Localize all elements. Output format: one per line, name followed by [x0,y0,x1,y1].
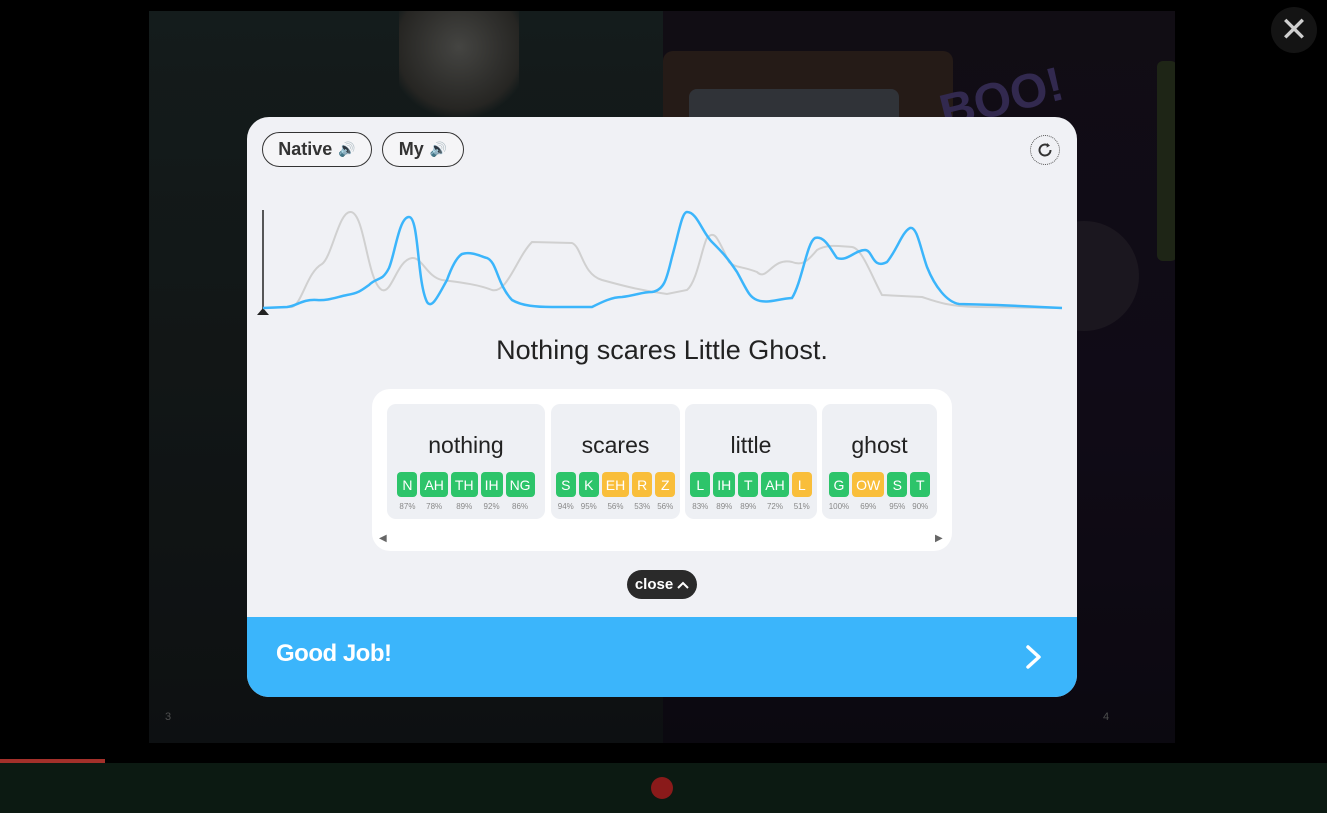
native-audio-label: Native [278,139,333,159]
phoneme-score: 53% [634,502,651,511]
phoneme-score: 89% [740,502,757,511]
phoneme-score: 78% [426,502,443,511]
phoneme-badge: AH [761,472,789,497]
word-scores-panel: nothing N 87% AH 78% TH 89% IH 92% NG 86% sca… [372,389,952,551]
phoneme-badge: S [887,472,908,497]
phoneme-badge: TH [450,472,478,497]
phoneme-score: 83% [692,502,709,511]
phoneme-badge: T [738,472,759,497]
phoneme-score: 94% [557,502,574,511]
result-message: Good Job! [276,640,392,667]
phoneme-badge: N [397,472,418,497]
phoneme-badge: AH [420,472,448,497]
phoneme-badge: S [555,472,576,497]
phoneme-score: 100% [828,502,850,511]
speaker-icon: 🔊 [429,141,448,157]
phoneme-badge: OW [852,472,885,497]
phoneme-badge: R [632,472,653,497]
word-label: scares [581,432,650,458]
phoneme-list: S 94% K 95% EH 56% R 53% Z 56% [551,472,680,511]
chevron-up-icon [677,581,689,589]
target-sentence: Nothing scares Little Ghost. [496,335,828,365]
word-card-scares: scares S 94% K 95% EH 56% R 53% Z 56% [551,404,680,519]
phoneme-score: 56% [657,502,674,511]
phoneme-badge: EH [601,472,630,497]
word-card-little: little L 83% IH 89% T 89% AH 72% L 51% [685,404,817,519]
chevron-right-icon[interactable] [1019,637,1049,677]
record-dot[interactable] [651,777,673,799]
phoneme-score: 89% [456,502,473,511]
speaker-icon: 🔊 [338,141,356,157]
phoneme-score: 56% [607,502,624,511]
phoneme-badge: L [690,472,711,497]
phoneme-score: 69% [860,502,877,511]
word-card-nothing: nothing N 87% AH 78% TH 89% IH 92% NG 86% [387,404,545,519]
scroll-left-icon[interactable]: ◀ [379,533,387,544]
phoneme-score: 87% [399,502,416,511]
phoneme-score: 95% [889,502,906,511]
waveform-comparison [257,210,1063,315]
word-card-ghost: ghost G 100% OW 69% S 95% T 90% [822,404,937,519]
refresh-icon[interactable] [1030,135,1060,165]
phoneme-badge: T [910,472,931,497]
phoneme-badge: IH [480,472,503,497]
phoneme-score: 72% [766,502,783,511]
phoneme-badge: IH [713,472,736,497]
close-details-button[interactable]: close [627,570,697,599]
scroll-right-icon[interactable]: ▶ [935,533,943,544]
phoneme-score: 89% [716,502,733,511]
native-audio-button[interactable]: Native 🔊 [262,132,372,167]
phoneme-list: L 83% IH 89% T 89% AH 72% L 51% [685,472,817,511]
phoneme-list: G 100% OW 69% S 95% T 90% [822,472,937,511]
phoneme-score: 90% [912,502,929,511]
word-label: ghost [851,432,908,458]
phoneme-badge: L [791,472,812,497]
word-label: little [730,432,772,458]
phoneme-badge: K [578,472,599,497]
phoneme-score: 86% [512,502,529,511]
phoneme-score: 95% [580,502,597,511]
close-icon[interactable]: ✕ [1271,7,1317,53]
pronunciation-result-modal: Native 🔊 My 🔊 Nothing scares Little Ghos… [247,117,1077,697]
my-audio-button[interactable]: My 🔊 [382,132,464,167]
word-label: nothing [428,432,504,458]
phoneme-score: 51% [793,502,810,511]
phoneme-list: N 87% AH 78% TH 89% IH 92% NG 86% [387,472,545,511]
phoneme-badge: Z [655,472,676,497]
result-footer: Good Job! [247,617,1077,697]
my-audio-label: My [398,139,424,159]
phoneme-badge: NG [505,472,535,497]
close-details-label: close [634,576,674,593]
phoneme-score: 92% [483,502,500,511]
phoneme-badge: G [828,472,849,497]
